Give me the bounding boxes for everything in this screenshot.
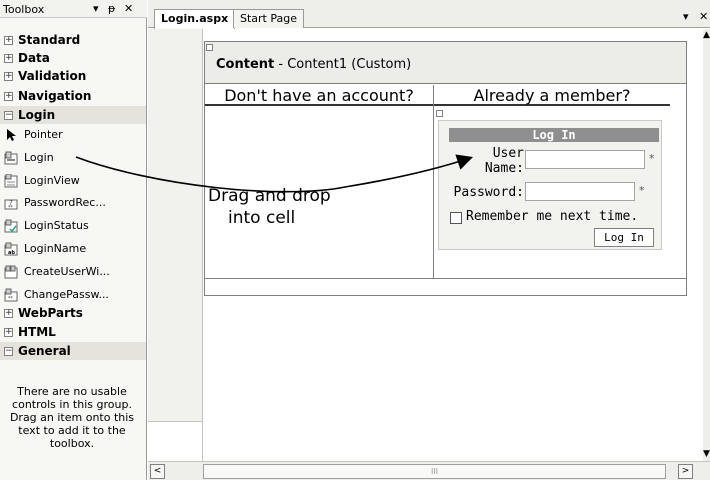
expand-icon[interactable]: + — [4, 54, 13, 63]
vertical-scrollbar[interactable]: ▲ ▼ — [703, 29, 710, 461]
password-required-star: * — [639, 184, 645, 197]
remember-me-label: Remember me next time. — [466, 209, 639, 224]
category-label: Data — [18, 51, 50, 65]
toolbox-item-label: LoginView — [24, 174, 80, 187]
pointer-icon — [7, 129, 16, 141]
scroll-thumb[interactable]: III — [203, 464, 666, 479]
login-control-icon — [4, 151, 18, 165]
category-label: Navigation — [18, 89, 92, 103]
content-subtitle: - Content1 (Custom) — [274, 57, 412, 72]
toolbox-item-changepassword[interactable]: ** ChangePassw... — [0, 286, 146, 304]
category-login[interactable]: − Login — [0, 106, 146, 124]
username-label-line1: User — [492, 146, 524, 161]
expand-icon[interactable]: + — [4, 36, 13, 45]
content-name: Content — [216, 57, 275, 72]
login-title-bar: Log In — [449, 128, 659, 142]
toolbox-item-label: PasswordRec... — [24, 196, 106, 209]
design-surface[interactable]: Content - Content1 (Custom) Don't have a… — [148, 29, 703, 461]
category-validation[interactable]: + Validation — [0, 67, 146, 85]
password-input[interactable] — [525, 182, 635, 201]
loginname-icon: ab — [4, 242, 18, 256]
scroll-left-icon[interactable]: < — [150, 464, 165, 479]
toolbox-panel: Toolbox ▾ ᵽ ✕ + Standard + Data + Valida… — [0, 0, 147, 480]
toolbox-item-label: LoginName — [24, 242, 87, 255]
expand-icon[interactable]: + — [4, 328, 13, 337]
passwordrecovery-icon: ?** — [4, 199, 18, 210]
toolbox-item-label: Pointer — [24, 128, 63, 141]
expand-icon[interactable]: + — [4, 92, 13, 101]
createuserwizard-icon — [4, 265, 18, 279]
loginview-icon — [4, 174, 18, 188]
content-title: Content - Content1 (Custom) — [216, 57, 411, 72]
drag-instruction-line2: into cell — [228, 208, 296, 228]
toolbox-item-label: CreateUserWi... — [24, 265, 110, 278]
username-label-line2: Name: — [484, 161, 524, 176]
login-smart-tag-icon[interactable] — [436, 110, 443, 117]
master-page-margin-bottom — [148, 421, 203, 461]
document-tabstrip: Login.aspx Start Page ▾ ✕ — [148, 0, 710, 29]
toolbox-item-login[interactable]: Login — [0, 149, 146, 167]
category-label: Standard — [18, 33, 81, 47]
remember-me-checkbox[interactable] — [450, 212, 462, 224]
scroll-up-icon[interactable]: ▲ — [703, 29, 710, 42]
toolbox-item-loginview[interactable]: LoginView — [0, 172, 146, 190]
smart-tag-icon[interactable] — [206, 44, 213, 51]
toolbox-item-loginstatus[interactable]: LoginStatus — [0, 217, 146, 235]
toolbox-item-createuserwizard[interactable]: CreateUserWi... — [0, 263, 146, 281]
toolbox-item-label: Login — [24, 151, 54, 164]
toolbox-item-passwordrecovery[interactable]: ? ** PasswordRec... — [0, 194, 146, 212]
toolbox-pin-icon[interactable]: ᵽ — [108, 1, 115, 16]
scroll-down-icon[interactable]: ▼ — [703, 448, 710, 461]
column-divider — [433, 85, 434, 278]
horizontal-scrollbar[interactable]: < III > — [148, 461, 710, 480]
toolbox-header: Toolbox ▾ ᵽ ✕ — [0, 0, 147, 18]
general-empty-message[interactable]: There are no usable controls in this gro… — [4, 385, 140, 450]
tab-list-dropdown-icon[interactable]: ▾ — [683, 10, 689, 23]
username-input[interactable] — [525, 150, 645, 169]
header-already-member: Already a member? — [434, 85, 670, 106]
tab-start-page[interactable]: Start Page — [233, 9, 304, 28]
drag-instruction-line1: Drag and drop — [208, 186, 331, 206]
category-label: HTML — [18, 325, 56, 339]
toolbox-dropdown-icon[interactable]: ▾ — [93, 1, 99, 16]
category-label: Validation — [18, 69, 87, 83]
loginstatus-icon — [4, 219, 18, 233]
toolbox-item-label: ChangePassw... — [24, 288, 109, 301]
svg-text:**: ** — [8, 205, 14, 210]
password-label: Password: — [453, 185, 524, 200]
toolbox-close-icon[interactable]: ✕ — [124, 1, 133, 16]
login-button[interactable]: Log In — [594, 228, 654, 247]
toolbox-item-loginname[interactable]: ab LoginName — [0, 240, 146, 258]
category-general[interactable]: − General — [0, 342, 146, 360]
category-data[interactable]: + Data — [0, 49, 146, 67]
username-required-star: * — [649, 152, 655, 165]
svg-text:ab: ab — [8, 250, 15, 256]
master-page-margin — [148, 29, 203, 421]
category-label: Login — [18, 108, 56, 122]
category-standard[interactable]: + Standard — [0, 31, 146, 49]
category-webparts[interactable]: + WebParts — [0, 304, 146, 322]
header-dont-have-account: Don't have an account? — [205, 85, 433, 106]
content-header: Content - Content1 (Custom) — [205, 42, 686, 84]
toolbox-item-pointer[interactable]: Pointer — [0, 126, 146, 144]
scroll-right-icon[interactable]: > — [678, 464, 693, 479]
changepassword-icon: ** — [4, 288, 18, 302]
toolbox-item-label: LoginStatus — [24, 219, 89, 232]
expand-icon[interactable]: + — [4, 72, 13, 81]
content-placeholder[interactable]: Content - Content1 (Custom) Don't have a… — [204, 41, 687, 296]
category-label: General — [18, 344, 71, 358]
layout-table[interactable]: Don't have an account? Already a member?… — [205, 85, 686, 279]
toolbox-title: Toolbox — [3, 3, 45, 16]
close-document-icon[interactable]: ✕ — [699, 10, 708, 23]
category-navigation[interactable]: + Navigation — [0, 87, 146, 105]
collapse-icon[interactable]: − — [4, 111, 13, 120]
expand-icon[interactable]: + — [4, 309, 13, 318]
category-label: WebParts — [18, 306, 83, 320]
login-control[interactable]: Log In User Name: * Password: * Remember… — [438, 120, 662, 250]
svg-text:**: ** — [8, 296, 14, 302]
category-html[interactable]: + HTML — [0, 323, 146, 341]
tab-login-aspx[interactable]: Login.aspx — [154, 9, 236, 29]
collapse-icon[interactable]: − — [4, 347, 13, 356]
